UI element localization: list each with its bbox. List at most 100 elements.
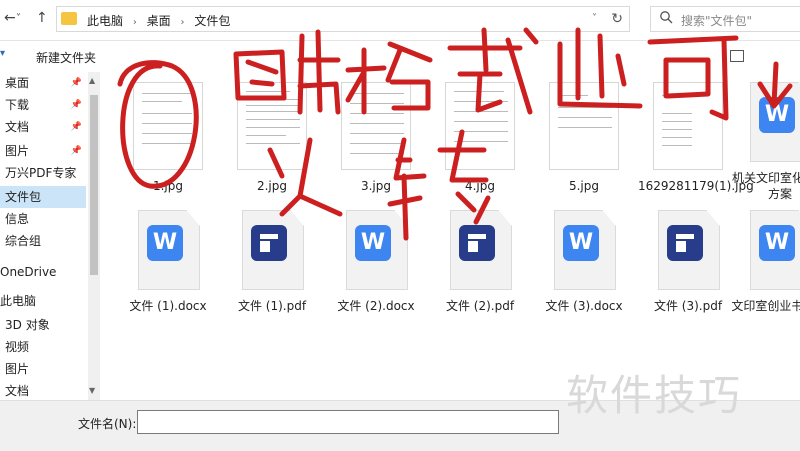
image-thumbnail [445,82,515,170]
word-doc-icon: W [750,210,800,290]
sidebar-scrollbar-thumb[interactable] [90,95,98,275]
breadcrumb-separator[interactable]: › [181,17,185,28]
file-item[interactable]: 文件 (2).pdf [430,210,530,320]
sidebar-item-label: 综合组 [5,234,42,248]
breadcrumb-item-folder[interactable]: 文件包 [194,14,230,28]
filename-label: 文件名(N): [78,417,137,431]
pin-icon: 📌 [70,78,82,88]
pdf-doc-icon [242,210,304,290]
filename-input[interactable] [137,410,559,434]
file-item[interactable]: 文件 (3).pdf [638,210,738,320]
word-doc-icon: W [750,82,800,162]
file-name: 1629281179(1).jpg [638,179,754,193]
sidebar-item-documents[interactable]: 文档 📌 [0,116,86,138]
view-options-icon[interactable] [730,50,744,62]
file-name: 文件 (1).docx [129,299,207,313]
image-thumbnail [237,82,307,170]
breadcrumb-item-this-pc[interactable]: 此电脑 [87,14,123,28]
image-thumbnail [341,82,411,170]
file-item[interactable]: W 文件 (3).docx [534,210,634,320]
file-name: 文件 (3).docx [545,299,623,313]
refresh-icon[interactable]: ↻ [611,11,623,27]
file-item[interactable]: 1629281179(1).jpg [638,82,754,193]
sidebar-item-pdf-expert[interactable]: 万兴PDF专家 [0,162,86,184]
file-name: 文件 (2).docx [337,299,415,313]
sidebar-item-label: 下载 [5,98,30,112]
sidebar-item-desktop[interactable]: 桌面 📌 [0,72,86,94]
back-icon[interactable]: ← [4,10,16,26]
image-thumbnail [653,82,723,170]
file-item[interactable]: W 文件 (2).docx [326,210,426,320]
navigation-pane: 桌面 📌 下载 📌 文档 📌 图片 📌 万兴PDF专家 文件包 信息 综合组 OneDr… [0,72,100,400]
file-name: 3.jpg [360,179,392,193]
scroll-down-icon[interactable]: ▼ [89,386,95,395]
sidebar-item-label: 图片 [5,362,30,376]
word-doc-icon: W [554,210,616,290]
file-name: 文件 (2).pdf [445,299,515,313]
image-thumbnail [549,82,619,170]
sidebar-item-label: 此电脑 [0,294,37,308]
sidebar-item-label: 信息 [5,212,30,226]
sidebar-item-label: OneDrive [0,265,57,279]
file-name: 文件 (1).pdf [237,299,307,313]
file-item[interactable]: W 文件 (1).docx [118,210,218,320]
pdf-doc-icon [450,210,512,290]
pdf-doc-icon [658,210,720,290]
file-item[interactable]: 1.jpg [118,82,218,193]
sidebar-item-label: 视频 [5,340,30,354]
sidebar-item-label: 文档 [5,384,30,398]
command-bar: ▾ 新建文件夹 [0,40,800,72]
sidebar-item-downloads[interactable]: 下载 📌 [0,94,86,116]
new-folder-button[interactable]: 新建文件夹 [36,49,96,66]
pin-icon: 📌 [70,122,82,132]
address-dropdown-icon[interactable]: ˅ [592,13,597,24]
sidebar-item-info[interactable]: 信息 [0,208,86,230]
sidebar-item-onedrive[interactable]: OneDrive [0,261,86,283]
file-name: 4.jpg [464,179,496,193]
file-name: 1.jpg [152,179,184,193]
folder-icon [61,12,77,25]
sidebar-item-label: 文件包 [5,190,42,204]
sidebar-item-label: 桌面 [5,76,30,90]
sidebar-item-pictures[interactable]: 图片 📌 [0,140,86,162]
pin-icon: 📌 [70,146,82,156]
file-item[interactable]: 文件 (1).pdf [222,210,322,320]
organize-dropdown-icon[interactable]: ▾ [0,48,5,59]
breadcrumb: 此电脑 › 桌面 › 文件包 [87,12,236,29]
sidebar-item-label: 万兴PDF专家 [5,166,77,180]
sidebar-item-label: 图片 [5,144,30,158]
sidebar-item-this-pc[interactable]: 此电脑 [0,290,86,312]
file-item[interactable]: 5.jpg [534,82,634,193]
breadcrumb-item-desktop[interactable]: 桌面 [147,14,171,28]
file-item[interactable]: 3.jpg [326,82,426,193]
file-item[interactable]: 4.jpg [430,82,530,193]
sidebar-item-label: 3D 对象 [5,318,50,332]
search-placeholder: 搜索"文件包" [681,14,753,28]
file-name: 文件 (3).pdf [653,299,723,313]
breadcrumb-separator[interactable]: › [133,17,137,28]
sidebar-item-3d-objects[interactable]: 3D 对象 [0,314,86,336]
sidebar-item-label: 文档 [5,120,30,134]
up-icon[interactable]: ↑ [36,10,48,26]
file-name: 2.jpg [256,179,288,193]
address-field[interactable]: 此电脑 › 桌面 › 文件包 ˅ ↻ [56,6,630,32]
sidebar-item-documents-pc[interactable]: 文档 [0,380,86,402]
file-name: 机关文印室化运营方案 [731,171,800,201]
search-icon [660,11,673,24]
sidebar-item-pictures-pc[interactable]: 图片 [0,358,86,380]
word-doc-icon: W [346,210,408,290]
search-input[interactable]: 搜索"文件包" [650,6,800,32]
file-item[interactable]: W 机关文印室化运营方案 [730,82,800,201]
pin-icon: 📌 [70,100,82,110]
image-thumbnail [133,82,203,170]
recent-dropdown-icon[interactable]: ˅ [16,13,21,24]
word-doc-icon: W [138,210,200,290]
sidebar-item-videos[interactable]: 视频 [0,336,86,358]
file-name: 文印室创业书.doc [731,299,800,313]
file-item[interactable]: 2.jpg [222,82,322,193]
watermark-text: 软件技巧 [566,371,743,420]
sidebar-item-general-group[interactable]: 综合组 [0,230,86,252]
scroll-up-icon[interactable]: ▲ [89,76,95,85]
sidebar-item-file-package[interactable]: 文件包 [0,186,86,208]
file-item[interactable]: W 文印室创业书.doc [730,210,800,320]
